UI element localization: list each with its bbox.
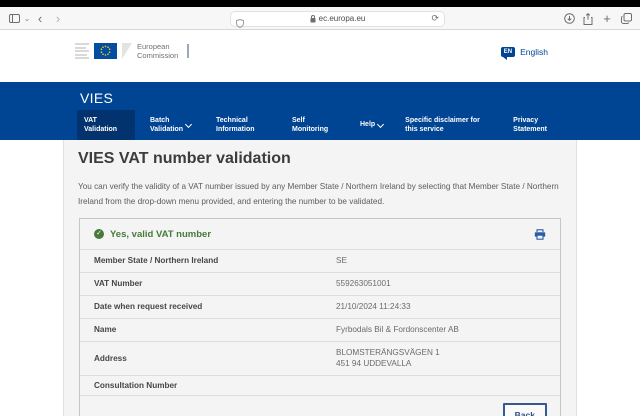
new-tab-icon[interactable]: + — [600, 7, 614, 30]
page-title: VIES VAT number validation — [78, 150, 291, 168]
lock-icon — [310, 15, 316, 23]
language-label: English — [520, 47, 548, 57]
table-row: VAT Number 559263051001 — [80, 272, 560, 295]
ec-logo[interactable]: European Commission — [75, 42, 189, 61]
sidebar-icon[interactable] — [6, 7, 22, 30]
page-content: VIES VAT number validation You can verif… — [63, 140, 577, 416]
nav-self-monitoring[interactable]: Self Monitoring — [285, 110, 345, 140]
page-description: You can verify the validity of a VAT num… — [78, 180, 564, 210]
sidebar-chevron-icon[interactable]: ⌄ — [22, 7, 32, 30]
table-row: Date when request received 21/10/2024 11… — [80, 295, 560, 318]
language-selector[interactable]: EN English — [501, 47, 548, 57]
refresh-icon[interactable]: ⟳ — [431, 13, 439, 24]
eu-flag-icon — [94, 43, 117, 59]
url-field[interactable]: ec.europa.eu ⟳ — [230, 11, 445, 27]
back-icon[interactable]: ‹ — [34, 7, 46, 30]
valid-check-icon: ✓ — [94, 229, 104, 239]
chevron-down-icon — [377, 120, 384, 127]
validation-result-box: ✓ Yes, valid VAT number Member State / N… — [79, 218, 561, 416]
nav-help[interactable]: Help — [353, 110, 390, 140]
ec-logo-text: European Commission — [137, 42, 178, 61]
tab-overview-icon[interactable] — [618, 7, 634, 30]
result-status: Yes, valid VAT number — [110, 229, 534, 240]
nav-vat-validation[interactable]: VAT Validation — [77, 110, 135, 140]
table-row: Consultation Number — [80, 375, 560, 395]
main-nav: VAT Validation Batch Validation Technica… — [77, 110, 640, 140]
display-top-bar — [0, 0, 640, 7]
ec-logo-divider — [187, 44, 189, 58]
downloads-icon[interactable] — [562, 7, 576, 30]
vies-banner: VIES VAT Validation Batch Validation Tec… — [0, 82, 640, 140]
language-badge: EN — [501, 47, 515, 57]
chevron-down-icon — [185, 120, 192, 127]
result-header: ✓ Yes, valid VAT number — [80, 219, 560, 249]
forward-icon[interactable]: › — [52, 7, 64, 30]
site-title: VIES — [80, 90, 113, 106]
ec-logo-bars — [75, 43, 89, 59]
table-row: Member State / Northern Ireland SE — [80, 249, 560, 272]
table-row: Address BLOMSTERÄNGSVÄGEN 1 451 94 UDDEV… — [80, 341, 560, 376]
ec-logo-wave — [122, 43, 132, 59]
print-icon[interactable] — [534, 229, 546, 240]
browser-toolbar: ⌄ ‹ › ec.europa.eu ⟳ + — [0, 7, 640, 30]
url-text: ec.europa.eu — [319, 14, 366, 23]
nav-technical-information[interactable]: Technical Information — [209, 110, 271, 140]
ec-header: European Commission EN English — [0, 30, 640, 82]
share-icon[interactable] — [581, 7, 595, 30]
screen: ⌄ ‹ › ec.europa.eu ⟳ + — [0, 0, 640, 416]
nav-batch-validation[interactable]: Batch Validation — [143, 110, 195, 140]
result-footer: Back — [80, 395, 560, 416]
table-row: Name Fyrbodals Bil & Fordonscenter AB — [80, 318, 560, 341]
nav-privacy-statement[interactable]: Privacy Statement — [506, 110, 558, 140]
back-button[interactable]: Back — [503, 403, 547, 416]
nav-specific-disclaimer[interactable]: Specific disclaimer for this service — [398, 110, 492, 140]
